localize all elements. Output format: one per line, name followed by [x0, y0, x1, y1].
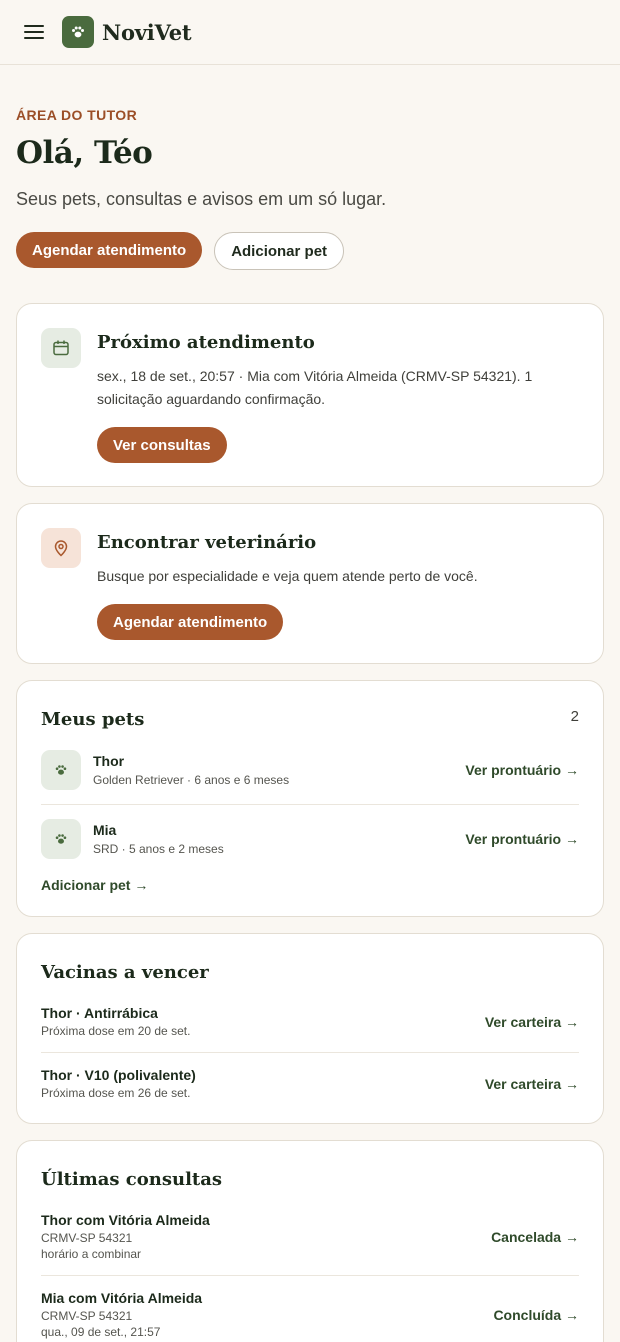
vaccines-due-card: Vacinas a vencer Thor · Antirrábica Próx…: [16, 933, 604, 1124]
map-pin-icon: [41, 528, 81, 568]
recent-consultations-card: Últimas consultas Thor com Vitória Almei…: [16, 1140, 604, 1342]
paw-icon: [41, 819, 81, 859]
vaccine-name: Thor · V10 (polivalente): [41, 1067, 196, 1083]
pet-name: Mia: [93, 822, 117, 838]
schedule-appointment-button[interactable]: Agendar atendimento: [16, 232, 203, 268]
vaccine-due-date: Próxima dose em 26 de set.: [41, 1086, 191, 1100]
next-appointment-card: Próximo atendimento sex., 18 de set., 20…: [16, 303, 604, 487]
list-item: Thor com Vitória Almeida CRMV-SP 54321 h…: [41, 1198, 579, 1275]
consultation-name: Mia com Vitória Almeida: [41, 1290, 203, 1306]
pet-details: SRD · 5 anos e 2 meses: [93, 842, 224, 856]
list-item: Thor · Antirrábica Próxima dose em 20 de…: [41, 991, 579, 1052]
vet-crmv: CRMV-SP 54321: [41, 1231, 133, 1245]
paw-icon: [41, 750, 81, 790]
brand-name[interactable]: NoviVet: [102, 20, 192, 45]
view-vaccine-card-link[interactable]: Ver carteira →: [485, 1014, 579, 1030]
vet-crmv: CRMV-SP 54321: [41, 1309, 133, 1323]
find-vet-schedule-button[interactable]: Agendar atendimento: [97, 604, 284, 640]
vaccine-name: Thor · Antirrábica: [41, 1005, 158, 1021]
next-appointment-title: Próximo atendimento: [97, 332, 315, 353]
consultation-status-link[interactable]: Concluída →: [493, 1307, 579, 1323]
find-vet-title: Encontrar veterinário: [97, 532, 317, 553]
view-record-link[interactable]: Ver prontuário →: [465, 831, 579, 847]
view-record-link[interactable]: Ver prontuário →: [465, 762, 579, 778]
pets-count-badge: 2: [570, 708, 579, 725]
paw-icon[interactable]: [62, 16, 94, 48]
consultation-time: qua., 09 de set., 21:57: [41, 1325, 161, 1339]
top-bar: NoviVet: [0, 0, 620, 65]
vaccine-due-date: Próxima dose em 20 de set.: [41, 1024, 191, 1038]
hero-actions: Agendar atendimento Adicionar pet: [16, 232, 604, 270]
add-pet-link[interactable]: Adicionar pet →: [41, 877, 148, 893]
add-pet-button[interactable]: Adicionar pet: [214, 232, 345, 270]
my-pets-card: Meus pets 2 Thor Golden Retriever · 6 an…: [16, 680, 604, 917]
list-item: Mia SRD · 5 anos e 2 meses Ver prontuári…: [41, 804, 579, 873]
consultations-title: Últimas consultas: [41, 1169, 223, 1190]
view-consultations-button[interactable]: Ver consultas: [97, 427, 227, 463]
next-appointment-text: sex., 18 de set., 20:57 · Mia com Vitóri…: [97, 368, 533, 407]
list-item: Thor Golden Retriever · 6 anos e 6 meses…: [41, 736, 579, 804]
consultation-time: horário a combinar: [41, 1247, 142, 1261]
calendar-icon: [41, 328, 81, 368]
pet-details: Golden Retriever · 6 anos e 6 meses: [93, 773, 290, 787]
list-item: Mia com Vitória Almeida CRMV-SP 54321 qu…: [41, 1275, 579, 1342]
page-subtitle: Seus pets, consultas e avisos em um só l…: [16, 189, 387, 209]
view-vaccine-card-link[interactable]: Ver carteira →: [485, 1076, 579, 1092]
section-eyebrow: ÁREA DO TUTOR: [16, 107, 138, 123]
vaccines-title: Vacinas a vencer: [41, 962, 209, 983]
list-item: Thor · V10 (polivalente) Próxima dose em…: [41, 1052, 579, 1114]
consultation-status-link[interactable]: Cancelada →: [491, 1229, 579, 1245]
hamburger-menu-icon[interactable]: [14, 12, 54, 52]
my-pets-title: Meus pets: [41, 709, 145, 730]
pet-name: Thor: [93, 753, 125, 769]
page-title: Olá, Téo: [16, 135, 153, 171]
find-vet-card: Encontrar veterinário Busque por especia…: [16, 503, 604, 664]
consultation-name: Thor com Vitória Almeida: [41, 1212, 210, 1228]
dashboard: ÁREA DO TUTOR Olá, Téo Seus pets, consul…: [0, 107, 620, 1342]
find-vet-text: Busque por especialidade e veja quem ate…: [97, 568, 478, 584]
